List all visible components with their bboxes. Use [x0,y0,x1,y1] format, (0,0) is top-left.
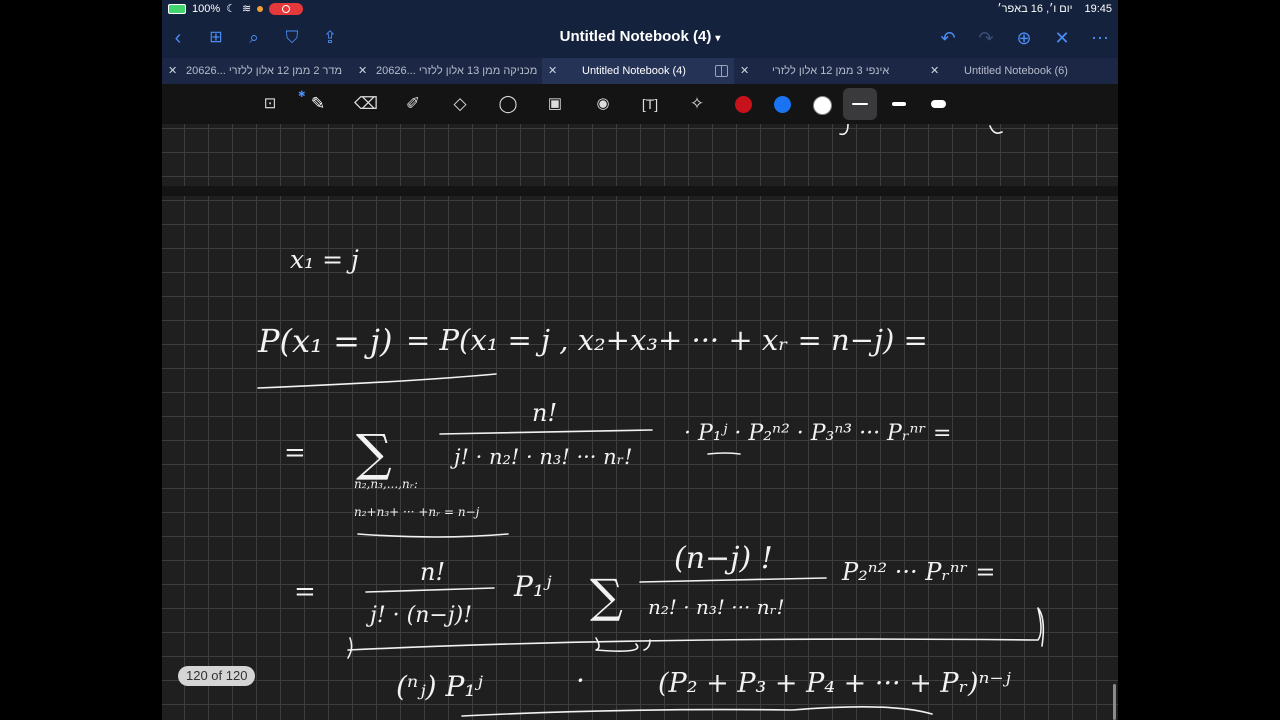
battery-icon [168,3,186,14]
notebook-page-canvas[interactable]: x₁ = j P(x₁ = j) = P(x₁ = j , x₂+x₃+ ···… [162,124,1118,720]
math-product: · P₁ʲ · P₂ⁿ² · P₃ⁿ³ ··· Pᵣⁿʳ = [684,421,951,446]
pen-icon[interactable]: ✎ [304,90,332,118]
color-white-swatch[interactable] [813,96,832,115]
math-denominator: n₂! · n₃! ··· nᵣ! [648,595,785,619]
tab-label: Untitled Notebook (6) [964,65,1068,77]
math-denominator: j! · (n−j)! [365,603,472,628]
tab-close-icon[interactable]: ✕ [740,58,749,84]
underline-stroke [707,452,741,455]
shapes-icon[interactable]: ◇ [446,90,474,118]
tab-item[interactable]: ✕ מדר 2 ממן 12 אלון ללזרי ...20626 [162,58,352,84]
tab-label: אינפי 3 ממן 12 אלון ללזרי [772,65,890,77]
color-blue-swatch[interactable] [774,96,791,113]
image-icon[interactable]: ▣ [541,90,569,118]
tab-item[interactable]: ✕ אינפי 3 ממן 12 אלון ללזרי [734,58,924,84]
text-icon[interactable]: [T] [636,90,664,118]
underline-stroke [257,373,497,389]
eraser-icon[interactable]: ⌫ [352,90,380,118]
status-time: 19:45 [1084,3,1112,15]
handwriting-layer: x₁ = j P(x₁ = j) = P(x₁ = j , x₂+x₃+ ···… [257,124,1045,717]
fraction-bar [639,577,827,583]
math-sum-symbol: ∑ [590,569,623,623]
notebook-title-text: Untitled Notebook (4) [559,28,712,45]
tab-label: מכניקה ממן 13 אלון ללזרי ...20626 [376,65,538,77]
laser-pointer-icon[interactable]: ✧ [683,90,711,118]
split-view-icon[interactable] [715,65,728,77]
underline-stroke [461,706,933,717]
math-power: P₁ʲ [513,570,552,603]
mic-indicator-icon [257,5,264,12]
stroke-fine-icon [852,103,868,105]
status-date: יום ו׳, 16 באפר׳ [997,3,1073,15]
math-line-1: x₁ = j [290,245,359,274]
scrollbar[interactable] [1113,684,1116,720]
status-bar: 100% ☾ ≋ יום ו׳, 16 באפר׳ 19:45 [162,0,1118,18]
chevron-down-icon: ▾ [715,33,721,44]
math-sum-power: (P₂ + P₃ + P₄ + ··· + Pᵣ)ⁿ⁻ʲ [658,668,1012,699]
tab-label: מדר 2 ממן 12 אלון ללזרי ...20626 [186,65,343,77]
wifi-icon: ≋ [242,3,252,15]
math-binomial: (ⁿⱼ) P₁ʲ [396,670,484,703]
fraction-bar [365,587,495,593]
math-lhs: P(x₁ = j) [257,322,392,360]
camera-icon[interactable]: ◉ [589,90,617,118]
tab-item[interactable]: ✕ מכניקה ממן 13 אלון ללזרי ...20626 [352,58,542,84]
math-numerator: n! [532,399,557,427]
tab-close-icon[interactable]: ✕ [930,58,939,84]
tab-close-icon[interactable]: ✕ [168,58,177,84]
tab-close-icon[interactable]: ✕ [358,58,367,84]
math-equals: = [284,438,306,468]
more-icon[interactable]: ⋯ [1086,24,1114,52]
stroke-fine-button[interactable] [843,88,877,120]
tab-item[interactable]: ✕ Untitled Notebook (6) [924,58,1118,84]
math-sum-constraint: n₂+n₃+ ··· +nᵣ = n−j [354,505,480,519]
math-denominator: j! · n₂! · n₃! ··· nᵣ! [450,445,632,469]
shape-select-icon[interactable]: ⊡ [256,90,284,118]
math-dot: · [576,664,585,697]
lasso-icon[interactable]: ◯ [494,90,522,118]
screen-recording-icon[interactable] [269,2,304,15]
page-indicator[interactable]: 120 of 120 [178,666,256,686]
math-sum-symbol: ∑ [356,424,392,482]
math-rhs: = P(x₁ = j , x₂+x₃+ ··· + xᵣ = n−j) = [406,323,928,357]
goodnotes-app: 100% ☾ ≋ יום ו׳, 16 באפר׳ 19:45 ‹ ⊞ ⌕ ⛉ … [162,0,1118,720]
underline-stroke [357,533,509,538]
moon-icon: ☾ [226,3,237,15]
math-product: P₂ⁿ² ··· Pᵣⁿʳ = [841,558,996,586]
undo-icon[interactable]: ↶ [934,24,962,52]
highlighter-icon[interactable]: ✐ [399,90,427,118]
stroke-thick-button[interactable] [931,100,946,108]
tab-label: Untitled Notebook (4) [582,65,686,77]
navigation-bar: ‹ ⊞ ⌕ ⛉ ⇪ Untitled Notebook (4) ▾ ↶ ↷ ⊕ ✕… [162,18,1118,58]
color-red-swatch[interactable] [735,96,752,113]
tab-bar: ✕ מדר 2 ממן 12 אלון ללזרי ...20626 ✕ מכנ… [162,58,1118,84]
drawing-toolbar: ⊡ ✱ ✎ ⌫ ✐ ◇ ◯ ▣ ◉ [T] ✧ [162,84,1118,124]
stroke-medium-button[interactable] [892,102,906,106]
fraction-bar [439,429,653,435]
math-numerator: (n−j) ! [674,541,773,576]
redo-icon[interactable]: ↷ [972,24,1000,52]
tab-close-icon[interactable]: ✕ [548,58,557,84]
add-page-icon[interactable]: ⊕ [1010,24,1038,52]
battery-level: 100% [192,2,221,15]
math-sum-index: n₂,n₃,...,nᵣ: [354,477,418,491]
close-icon[interactable]: ✕ [1048,24,1076,52]
tab-item-active[interactable]: ✕ Untitled Notebook (4) [542,58,734,84]
math-equals: = [294,577,316,607]
math-numerator: n! [420,558,445,586]
ink-stroke [839,124,849,136]
ink-stroke [989,125,1003,134]
